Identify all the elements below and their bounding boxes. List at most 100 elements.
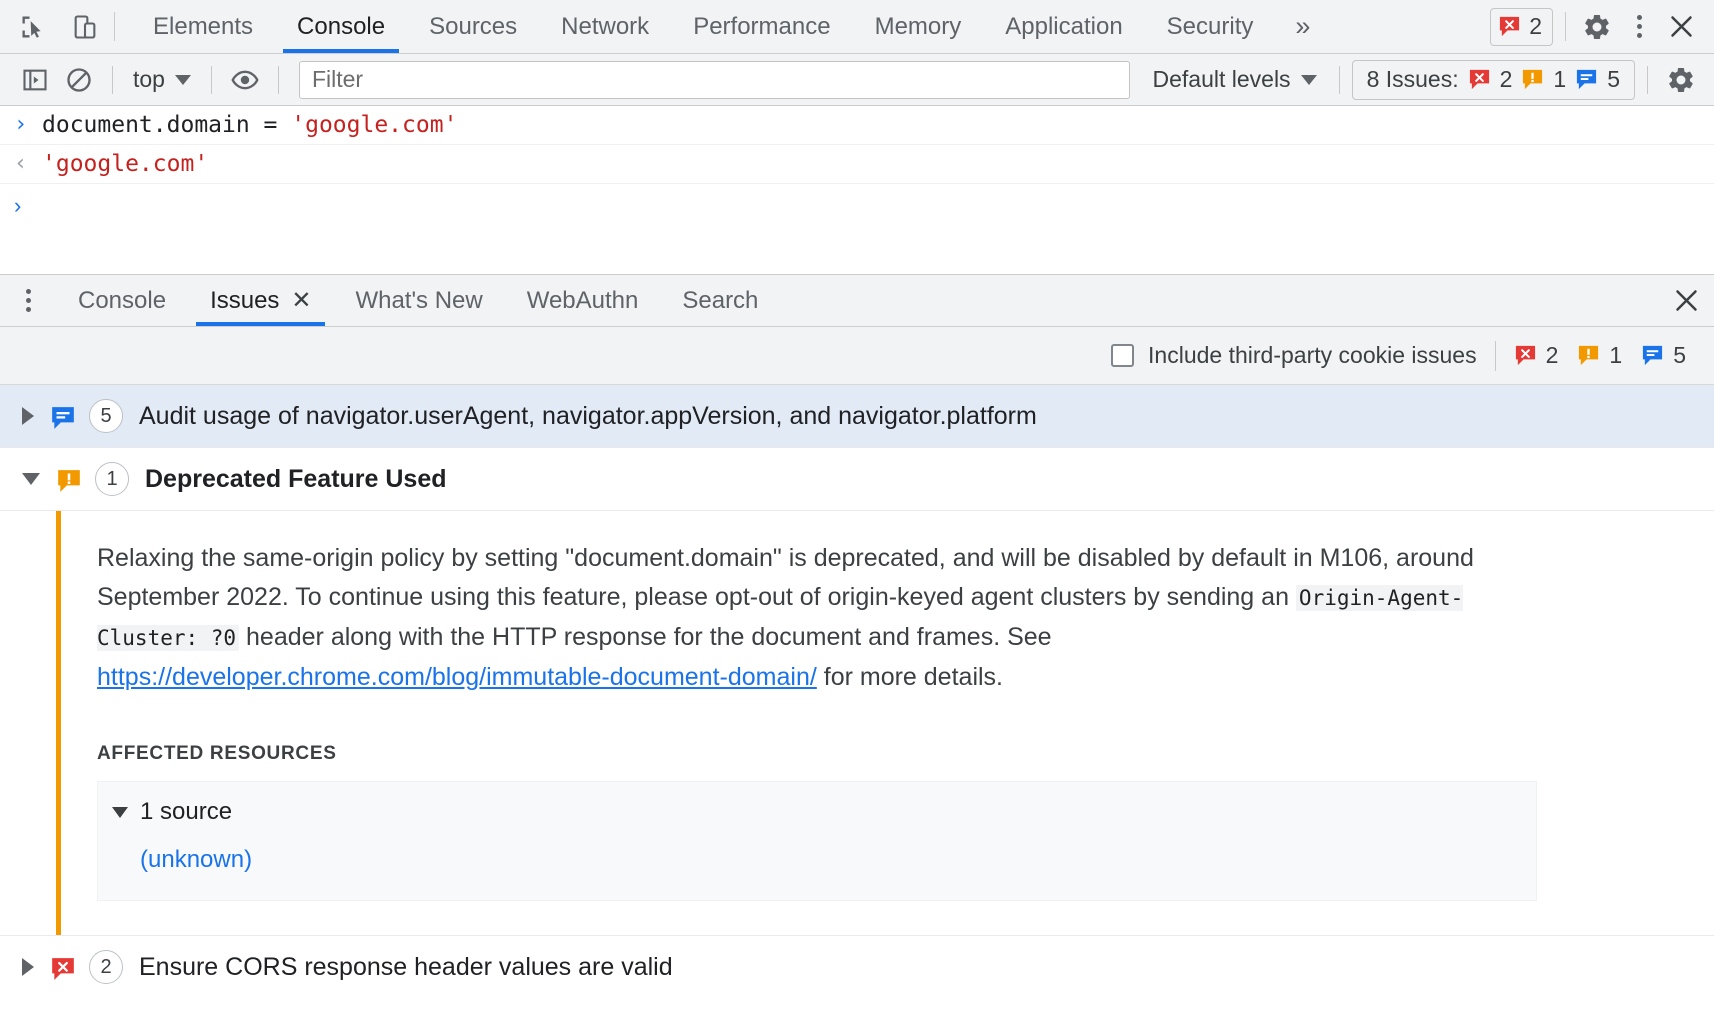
affected-source-item[interactable]: (unknown) <box>140 846 1536 874</box>
console-toolbar-divider-4 <box>1339 66 1340 94</box>
affected-sources-toggle[interactable]: 1 source <box>112 798 1536 826</box>
tab-sources[interactable]: Sources <box>407 0 539 53</box>
issues-chip-error-count: 2 <box>1500 66 1513 93</box>
topbar-divider-2 <box>1565 12 1566 41</box>
tab-console[interactable]: Console <box>275 0 407 53</box>
gear-glyph-console <box>1666 65 1696 95</box>
affected-resources-heading: AFFECTED RESOURCES <box>97 743 1714 765</box>
error-count-chip[interactable]: 2 <box>1490 8 1553 46</box>
console-input-string: 'google.com' <box>291 112 457 138</box>
tab-elements[interactable]: Elements <box>131 0 275 53</box>
close-glyph-drawer <box>1673 287 1700 314</box>
inspect-element-icon[interactable] <box>14 8 52 46</box>
devtools-top-toolbar: Elements Console Sources Network Perform… <box>0 0 1714 54</box>
issues-filter-divider <box>1495 341 1496 371</box>
gear-glyph <box>1582 12 1612 42</box>
third-party-cookie-checkbox[interactable] <box>1111 344 1134 367</box>
warning-badge-icon-chip <box>1521 68 1544 91</box>
issue-row-cors[interactable]: 2 Ensure CORS response header values are… <box>0 936 1714 998</box>
chevron-down-icon-deprecated[interactable] <box>22 473 40 485</box>
tab-memory[interactable]: Memory <box>853 0 984 53</box>
live-expression-icon[interactable] <box>224 59 266 101</box>
issue-row-deprecated-feature[interactable]: 1 Deprecated Feature Used <box>0 448 1714 511</box>
issues-summary-chip[interactable]: 8 Issues: 2 1 5 <box>1352 60 1635 100</box>
third-party-cookie-checkbox-row[interactable]: Include third-party cookie issues <box>1111 342 1477 369</box>
topbar-left-icon-group <box>0 0 104 53</box>
tab-elements-label: Elements <box>153 13 253 41</box>
overflow-menu-icon[interactable] <box>1620 8 1658 46</box>
tab-performance[interactable]: Performance <box>671 0 852 53</box>
drawer-tab-console[interactable]: Console <box>56 275 188 326</box>
console-message-list: › document.domain = 'google.com' ‹ 'goog… <box>0 106 1714 274</box>
third-party-cookie-label: Include third-party cookie issues <box>1148 342 1477 369</box>
tab-network-label: Network <box>561 13 649 41</box>
issue-documentation-link[interactable]: https://developer.chrome.com/blog/immuta… <box>97 663 817 691</box>
issue-row-navigator-audit[interactable]: 5 Audit usage of navigator.userAgent, na… <box>0 385 1714 448</box>
clear-console-icon[interactable] <box>58 59 100 101</box>
console-sidebar-toggle-icon[interactable] <box>14 59 56 101</box>
tab-memory-label: Memory <box>875 13 962 41</box>
console-toolbar-divider-1 <box>112 66 113 94</box>
no-entry-glyph <box>65 66 93 94</box>
console-output-value: 'google.com' <box>42 148 208 180</box>
console-output-entry: ‹ 'google.com' <box>0 145 1714 184</box>
console-input-code: document.domain = 'google.com' <box>42 109 457 141</box>
info-badge-icon-chip <box>1575 68 1598 91</box>
console-prompt[interactable]: › <box>0 184 1714 228</box>
issues-counter-errors: 2 <box>1546 342 1559 369</box>
output-arrow-icon: ‹ <box>14 148 42 180</box>
issue-count-pill-cors: 2 <box>89 950 123 984</box>
tab-network[interactable]: Network <box>539 0 671 53</box>
console-input-entry[interactable]: › document.domain = 'google.com' <box>0 106 1714 145</box>
drawer-tab-issues[interactable]: Issues ✕ <box>188 275 333 326</box>
drawer-tab-search-label: Search <box>682 287 758 315</box>
drawer-menu-icon[interactable] <box>0 275 56 326</box>
chevron-right-icon-navigator[interactable] <box>22 407 34 425</box>
issues-chip-warning-count: 1 <box>1553 66 1566 93</box>
issue-title-navigator: Audit usage of navigator.userAgent, navi… <box>139 402 1037 431</box>
issue-description-part1: Relaxing the same-origin policy by setti… <box>97 544 1474 611</box>
drawer-tab-search[interactable]: Search <box>660 275 780 326</box>
info-badge-icon-counter <box>1641 344 1664 367</box>
close-glyph <box>1668 13 1695 40</box>
issues-counter-group: 2 1 5 <box>1514 342 1696 369</box>
main-tab-list: Elements Console Sources Network Perform… <box>125 0 1490 53</box>
drawer-tab-webauthn[interactable]: WebAuthn <box>505 275 661 326</box>
close-drawer-icon[interactable] <box>1658 275 1714 326</box>
tab-sources-label: Sources <box>429 13 517 41</box>
close-devtools-icon[interactable] <box>1662 8 1700 46</box>
kebab-glyph <box>1637 15 1642 38</box>
devtools-drawer: Console Issues ✕ What's New WebAuthn Sea… <box>0 274 1714 998</box>
input-arrow-icon: › <box>14 109 42 141</box>
device-toolbar-glyph <box>71 13 99 41</box>
execution-context-selector[interactable]: top <box>125 62 199 97</box>
eye-glyph <box>231 66 259 94</box>
issue-description-part2: header along with the HTTP response for … <box>239 623 1052 651</box>
affected-resources-box: 1 source (unknown) <box>97 781 1537 901</box>
log-levels-selector[interactable]: Default levels <box>1142 62 1326 97</box>
issues-counter-info: 5 <box>1673 342 1686 369</box>
drawer-tab-list: Console Issues ✕ What's New WebAuthn Sea… <box>0 275 1714 327</box>
execution-context-label: top <box>133 66 165 93</box>
close-icon-issues-tab[interactable]: ✕ <box>291 291 311 311</box>
issue-description: Relaxing the same-origin policy by setti… <box>97 539 1547 697</box>
error-badge-icon-chip <box>1468 68 1491 91</box>
log-levels-label: Default levels <box>1152 66 1290 93</box>
drawer-tab-whats-new-label: What's New <box>355 287 482 315</box>
issues-list: 5 Audit usage of navigator.userAgent, na… <box>0 385 1714 998</box>
console-settings-icon[interactable] <box>1660 59 1702 101</box>
console-toolbar: top Default levels 8 Issues: 2 <box>0 54 1714 106</box>
issue-description-part3: for more details. <box>817 663 1003 691</box>
console-toolbar-divider-2 <box>211 66 212 94</box>
tab-security[interactable]: Security <box>1145 0 1276 53</box>
tab-application[interactable]: Application <box>983 0 1144 53</box>
filter-input[interactable] <box>299 61 1131 99</box>
drawer-tab-whats-new[interactable]: What's New <box>333 275 504 326</box>
tab-security-label: Security <box>1167 13 1254 41</box>
issue-title-cors: Ensure CORS response header values are v… <box>139 953 673 982</box>
chevron-right-icon-cors[interactable] <box>22 958 34 976</box>
device-toolbar-icon[interactable] <box>66 8 104 46</box>
more-tabs-icon[interactable]: » <box>1275 0 1330 53</box>
issues-filter-bar: Include third-party cookie issues 2 1 <box>0 327 1714 385</box>
gear-icon[interactable] <box>1578 8 1616 46</box>
